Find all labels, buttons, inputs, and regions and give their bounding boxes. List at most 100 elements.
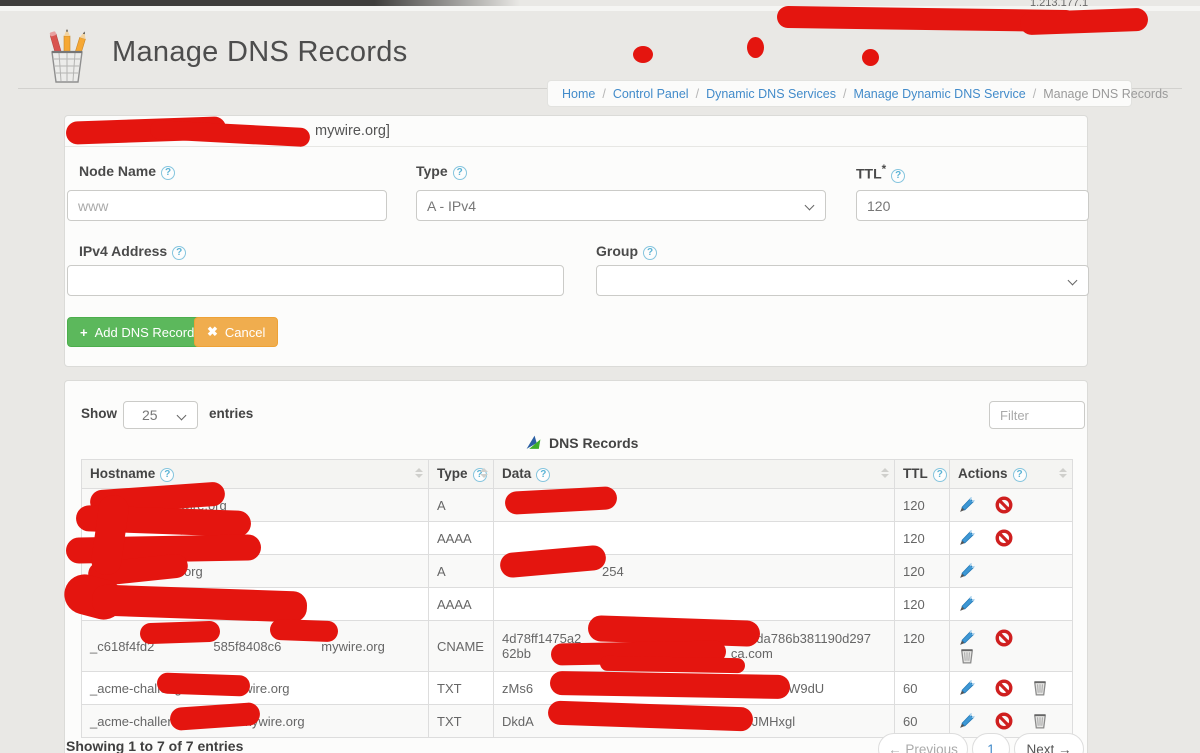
dns-records-icon <box>525 434 542 451</box>
filter-input[interactable] <box>989 401 1085 429</box>
ttl-help-icon[interactable]: ? <box>891 169 905 183</box>
redaction-scribble <box>270 619 339 642</box>
group-select[interactable] <box>596 265 1089 296</box>
breadcrumb: Home / Control Panel / Dynamic DNS Servi… <box>547 80 1132 107</box>
page-size-select[interactable]: 25 <box>123 401 198 429</box>
ttl-cell: 120 <box>895 555 950 588</box>
ttl-cell: 120 <box>895 489 950 522</box>
data-cell <box>494 588 895 621</box>
redaction-scribble <box>633 46 653 63</box>
add-dns-record-button[interactable]: + Add DNS Record <box>67 317 207 347</box>
page-title: Manage DNS Records <box>112 36 408 69</box>
type-cell: TXT <box>429 705 494 738</box>
type-select[interactable]: A - IPv4 <box>416 190 826 221</box>
chevron-down-icon <box>805 201 815 211</box>
ttl-cell: 120 <box>895 522 950 555</box>
hostname-cell: _acme-challengywire.org <box>82 672 429 705</box>
chevron-down-icon <box>1068 276 1078 286</box>
sort-icon <box>881 468 889 478</box>
pencil-cup-logo-icon <box>40 28 94 86</box>
plus-icon: + <box>80 325 88 340</box>
chevron-down-icon <box>177 411 187 421</box>
actions-cell <box>950 489 1073 522</box>
ipv4-help-icon[interactable]: ? <box>172 246 186 260</box>
edit-pencil-icon[interactable] <box>958 562 976 580</box>
type-label: Type? <box>416 163 467 180</box>
redaction-scribble <box>600 656 745 674</box>
group-label: Group? <box>596 243 657 260</box>
breadcrumb-dynamic-dns-services[interactable]: Dynamic DNS Services <box>706 87 836 101</box>
delete-trash-icon[interactable] <box>1031 712 1049 730</box>
breadcrumb-home[interactable]: Home <box>562 87 595 101</box>
edit-pencil-icon[interactable] <box>958 496 976 514</box>
ttl-label: TTL*? <box>856 163 905 183</box>
hostname-help-icon[interactable]: ? <box>160 468 174 482</box>
sort-icon <box>480 468 488 478</box>
pagination-page-1-button[interactable]: 1 <box>972 733 1010 753</box>
edit-pencil-icon[interactable] <box>958 529 976 547</box>
breadcrumb-current: Manage DNS Records <box>1043 87 1168 101</box>
pagination-next-button[interactable]: Next → <box>1014 733 1084 753</box>
showing-entries-text: Showing 1 to 7 of 7 entries <box>66 738 243 753</box>
redacted-ip-fragment: 1.213.177.1 <box>1030 0 1088 9</box>
entries-label: entries <box>209 406 253 421</box>
redaction-scribble <box>140 621 221 645</box>
breadcrumb-manage-dynamic-dns-service[interactable]: Manage Dynamic DNS Service <box>853 87 1025 101</box>
edit-pencil-icon[interactable] <box>958 595 976 613</box>
table-caption: DNS Records <box>525 434 638 451</box>
redaction-scribble <box>157 672 251 696</box>
breadcrumb-control-panel[interactable]: Control Panel <box>613 87 689 101</box>
show-label: Show <box>81 406 117 421</box>
col-hostname[interactable]: Hostname? <box>82 460 429 489</box>
ipv4-label: IPv4 Address? <box>79 243 186 260</box>
type-cell: CNAME <box>429 621 494 672</box>
actions-cell <box>950 555 1073 588</box>
col-type[interactable]: Type? <box>429 460 494 489</box>
type-cell: TXT <box>429 672 494 705</box>
redaction-scribble <box>1020 8 1149 35</box>
redaction-scribble <box>550 671 790 699</box>
node-name-help-icon[interactable]: ? <box>161 166 175 180</box>
col-data[interactable]: Data? <box>494 460 895 489</box>
add-record-panel: mywire.org] Node Name? Type? A - IPv4 TT… <box>64 115 1088 367</box>
edit-pencil-icon[interactable] <box>958 712 976 730</box>
actions-cell <box>950 588 1073 621</box>
node-name-label: Node Name? <box>79 163 175 180</box>
type-cell: A <box>429 489 494 522</box>
ipv4-input[interactable] <box>67 265 564 296</box>
type-help-icon[interactable]: ? <box>453 166 467 180</box>
ttl-cell: 120 <box>895 621 950 672</box>
sort-icon <box>415 468 423 478</box>
cancel-button[interactable]: ✖ Cancel <box>194 317 278 347</box>
sort-icon <box>1059 468 1067 478</box>
actions-cell <box>950 621 1073 672</box>
disable-icon[interactable] <box>995 712 1013 730</box>
group-help-icon[interactable]: ? <box>643 246 657 260</box>
type-cell: AAAA <box>429 522 494 555</box>
edit-pencil-icon[interactable] <box>958 679 976 697</box>
delete-trash-icon[interactable] <box>958 647 976 665</box>
table-header-row: Hostname? Type? Data? TTL? Actions? <box>82 460 1073 489</box>
actions-cell <box>950 672 1073 705</box>
actions-cell <box>950 522 1073 555</box>
redaction-scribble <box>747 37 764 58</box>
data-col-help-icon[interactable]: ? <box>536 468 550 482</box>
disable-icon[interactable] <box>995 629 1013 647</box>
redaction-scribble <box>862 49 879 66</box>
delete-trash-icon[interactable] <box>1031 679 1049 697</box>
ttl-col-help-icon[interactable]: ? <box>933 468 947 482</box>
disable-icon[interactable] <box>995 679 1013 697</box>
pagination-previous-button[interactable]: ← Previous <box>878 733 968 753</box>
disable-icon[interactable] <box>995 496 1013 514</box>
type-cell: A <box>429 555 494 588</box>
col-ttl[interactable]: TTL? <box>895 460 950 489</box>
ttl-cell: 60 <box>895 672 950 705</box>
edit-pencil-icon[interactable] <box>958 629 976 647</box>
actions-col-help-icon[interactable]: ? <box>1013 468 1027 482</box>
type-cell: AAAA <box>429 588 494 621</box>
disable-icon[interactable] <box>995 529 1013 547</box>
node-name-input[interactable] <box>67 190 387 221</box>
domain-heading-text: mywire.org] <box>315 123 390 139</box>
ttl-input[interactable] <box>856 190 1089 221</box>
col-actions[interactable]: Actions? <box>950 460 1073 489</box>
